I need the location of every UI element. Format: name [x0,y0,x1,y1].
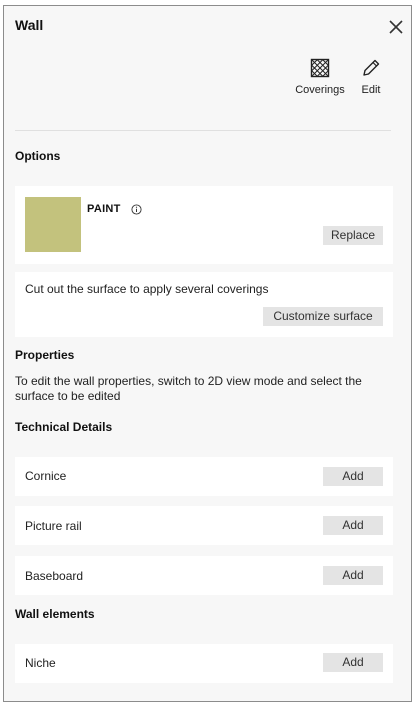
paint-card: PAINT Replace [15,186,393,264]
edit-label: Edit [361,84,381,96]
picture-rail-label: Picture rail [25,519,82,533]
close-icon[interactable] [387,18,405,36]
surface-description: Cut out the surface to apply several cov… [25,282,269,296]
wall-panel: Wall Coverings Edit Options PAINT Replac… [3,5,412,702]
coverings-label: Coverings [295,84,345,96]
properties-heading: Properties [15,348,75,362]
options-heading: Options [15,149,61,163]
paint-label: PAINT [87,203,121,215]
replace-button[interactable]: Replace [323,226,383,245]
edit-button[interactable]: Edit [356,58,386,96]
add-baseboard-button[interactable]: Add [323,566,383,585]
panel-title: Wall [15,17,44,33]
customize-surface-button[interactable]: Customize surface [263,307,383,326]
wall-elements-heading: Wall elements [15,607,95,621]
coverings-icon [310,58,330,78]
coverings-button[interactable]: Coverings [294,58,346,96]
pencil-icon [363,59,380,76]
technical-details-heading: Technical Details [15,420,113,434]
cornice-label: Cornice [25,469,67,483]
surface-card: Cut out the surface to apply several cov… [15,272,393,337]
add-picture-rail-button[interactable]: Add [323,516,383,535]
properties-description: To edit the wall properties, switch to 2… [15,374,362,403]
list-item-baseboard: Baseboard Add [15,556,393,595]
header-divider [15,130,391,131]
niche-label: Niche [25,656,56,670]
add-cornice-button[interactable]: Add [323,467,383,486]
list-item-picture-rail: Picture rail Add [15,506,393,545]
add-niche-button[interactable]: Add [323,653,383,672]
baseboard-label: Baseboard [25,569,84,583]
list-item-niche: Niche Add [15,644,393,683]
info-icon[interactable] [131,204,142,215]
list-item-cornice: Cornice Add [15,457,393,496]
paint-swatch[interactable] [25,197,81,252]
